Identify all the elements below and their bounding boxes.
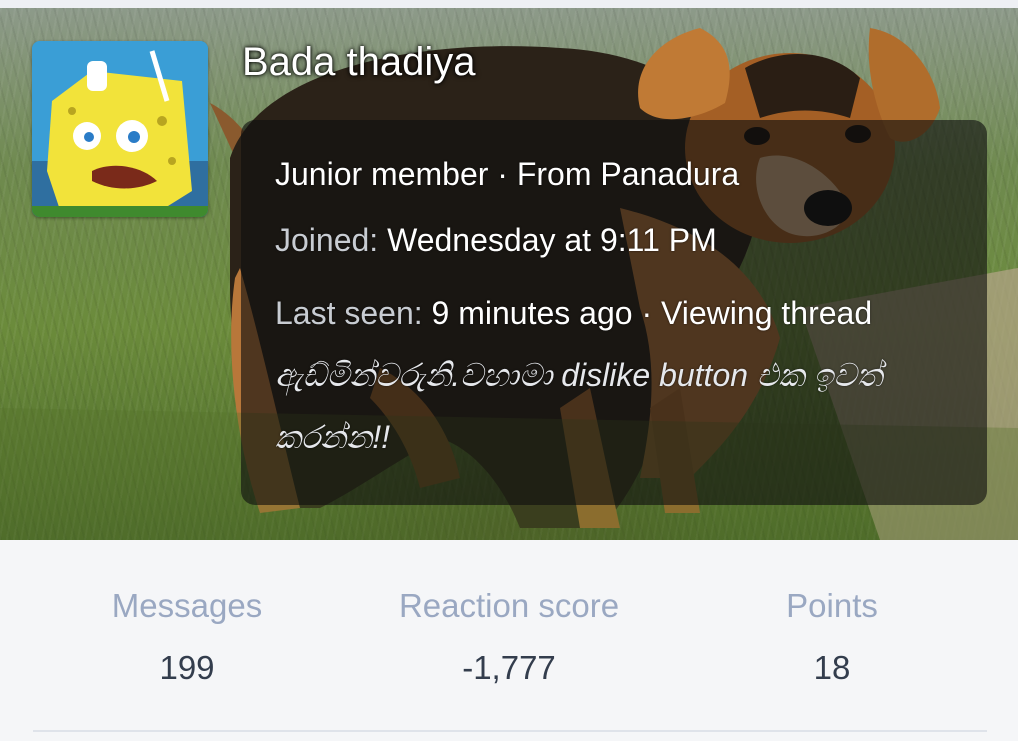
stat-reaction-label: Reaction score xyxy=(398,587,620,624)
stat-reaction-score: Reaction score -1,777 xyxy=(359,586,659,688)
member-title-line: Junior member · From Panadura xyxy=(275,154,953,194)
stat-messages[interactable]: Messages 199 xyxy=(37,586,337,688)
activity-separator: · xyxy=(632,295,661,331)
stat-points[interactable]: Points 18 xyxy=(682,586,982,688)
stat-messages-label: Messages xyxy=(111,587,263,624)
profile-cover-banner: Bada thadiya Junior member · From Panadu… xyxy=(0,8,1018,540)
last-seen-label: Last seen: xyxy=(275,295,423,331)
stat-points-label: Points xyxy=(786,587,878,624)
member-username[interactable]: Bada thadiya xyxy=(242,38,476,86)
stat-reaction-value: -1,777 xyxy=(462,649,556,686)
member-avatar[interactable] xyxy=(32,41,208,217)
location-separator: · xyxy=(488,156,517,192)
member-location-link[interactable]: From Panadura xyxy=(517,156,739,192)
stat-points-value[interactable]: 18 xyxy=(682,648,982,688)
joined-label: Joined: xyxy=(275,222,379,258)
stats-divider xyxy=(33,730,987,732)
stat-messages-value[interactable]: 199 xyxy=(37,648,337,688)
joined-value: Wednesday at 9:11 PM xyxy=(387,222,717,258)
activity-text: Viewing thread xyxy=(661,295,873,331)
last-seen-line: Last seen: 9 minutes ago · Viewing threa… xyxy=(275,282,953,468)
member-stats: Messages 199 Reaction score -1,777 Point… xyxy=(0,540,1018,741)
joined-line: Joined: Wednesday at 9:11 PM xyxy=(275,220,953,260)
spongebob-avatar-icon xyxy=(32,41,208,217)
member-role: Junior member xyxy=(275,156,489,192)
viewed-thread-link[interactable]: ඇඩ්මින්වරුනි.වහාමා dislike button එක ඉවත… xyxy=(275,357,883,455)
member-info-box: Junior member · From Panadura Joined: We… xyxy=(241,120,987,505)
last-seen-value: 9 minutes ago xyxy=(431,295,633,331)
member-profile-page: Bada thadiya Junior member · From Panadu… xyxy=(0,0,1018,741)
